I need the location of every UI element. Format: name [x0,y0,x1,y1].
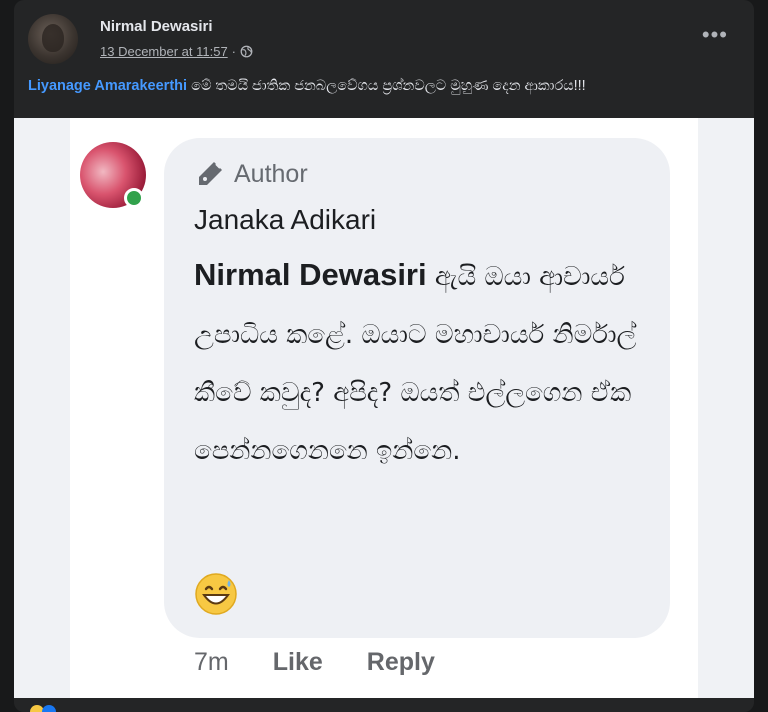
comment-author-name: Janaka Adikari [194,204,377,235]
post-header: Nirmal Dewasiri 13 December at 11:57 · •… [28,14,740,66]
post-footer [14,698,754,712]
online-status-dot [124,188,144,208]
post-caption: Liyanage Amarakeerthi මේ තමයි ජාතික ජනබල… [28,78,740,94]
shared-screenshot-image[interactable]: Author Janaka Adikari Nirmal Dewasiri ඇය… [14,118,754,698]
poster-avatar[interactable] [28,14,78,64]
screenshot-content: Author Janaka Adikari Nirmal Dewasiri ඇය… [70,118,698,698]
post-card: Nirmal Dewasiri 13 December at 11:57 · •… [14,0,754,712]
grinning-sweat-emoji-icon [195,573,237,615]
more-options-icon[interactable]: ••• [702,24,728,46]
comment-text: Nirmal Dewasiri ඇයි ඔයා ආචාර්ය උපාධිය කළ… [194,246,654,480]
comment-time: 7m [194,648,229,676]
meta-separator: · [231,44,237,59]
comment-actions: 7m Like Reply [194,648,435,677]
comment-body-text: ඇයි ඔයා ආචාර්ය උපාධිය කළේ. ඔයාට මහාචාර්ය… [194,262,637,466]
post-meta: 13 December at 11:57 · [100,44,253,59]
author-badge: Author [194,158,308,190]
comment-mention: Nirmal Dewasiri [194,257,427,292]
like-reaction-icon [42,705,56,712]
pen-icon [199,162,222,185]
caption-mention-link[interactable]: Liyanage Amarakeerthi [28,78,187,94]
caption-text: මේ තමයි ජාතික ජනබලවේගය ප්‍රශ්නවලට මුහුණ … [187,78,586,94]
like-button: Like [272,648,323,676]
reply-button: Reply [366,648,435,676]
globe-icon [240,45,253,58]
author-badge-label: Author [234,159,308,188]
comment-bubble: Author Janaka Adikari Nirmal Dewasiri ඇය… [164,138,670,638]
poster-name[interactable]: Nirmal Dewasiri [100,18,213,35]
post-timestamp[interactable]: 13 December at 11:57 [100,44,228,59]
